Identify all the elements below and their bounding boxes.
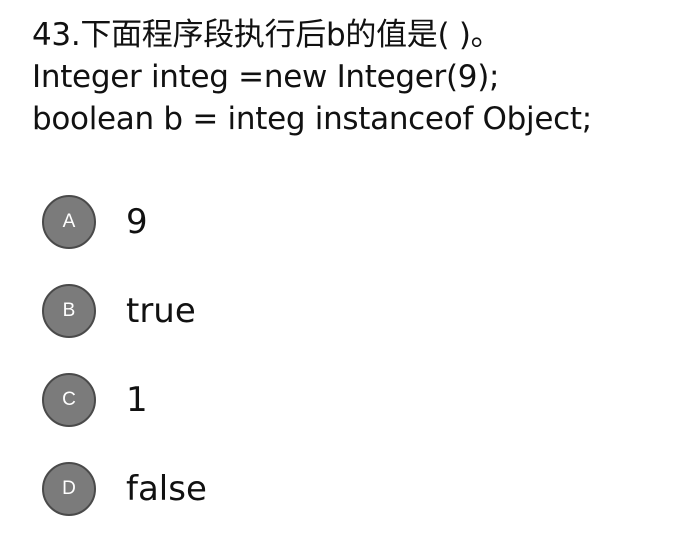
question-code-line-1: Integer integ =new Integer(9);	[32, 59, 500, 95]
option-b[interactable]: B true	[42, 283, 642, 339]
option-b-badge[interactable]: B	[42, 284, 96, 338]
answer-options: A 9 B true C 1 D false	[42, 194, 642, 550]
option-c-text: 1	[126, 380, 148, 420]
option-a-badge[interactable]: A	[42, 195, 96, 249]
option-d[interactable]: D false	[42, 461, 642, 517]
option-d-text: false	[126, 469, 207, 509]
option-c[interactable]: C 1	[42, 372, 642, 428]
option-d-badge[interactable]: D	[42, 462, 96, 516]
question-stem: 43.下面程序段执行后b的值是( )。 Integer integ =new I…	[32, 14, 672, 140]
option-c-badge[interactable]: C	[42, 373, 96, 427]
question-code-line-2: boolean b = integ instanceof Object;	[32, 101, 592, 137]
option-a[interactable]: A 9	[42, 194, 642, 250]
option-a-text: 9	[126, 202, 148, 242]
question-title: 43.下面程序段执行后b的值是( )。	[32, 17, 502, 53]
option-b-text: true	[126, 291, 196, 331]
